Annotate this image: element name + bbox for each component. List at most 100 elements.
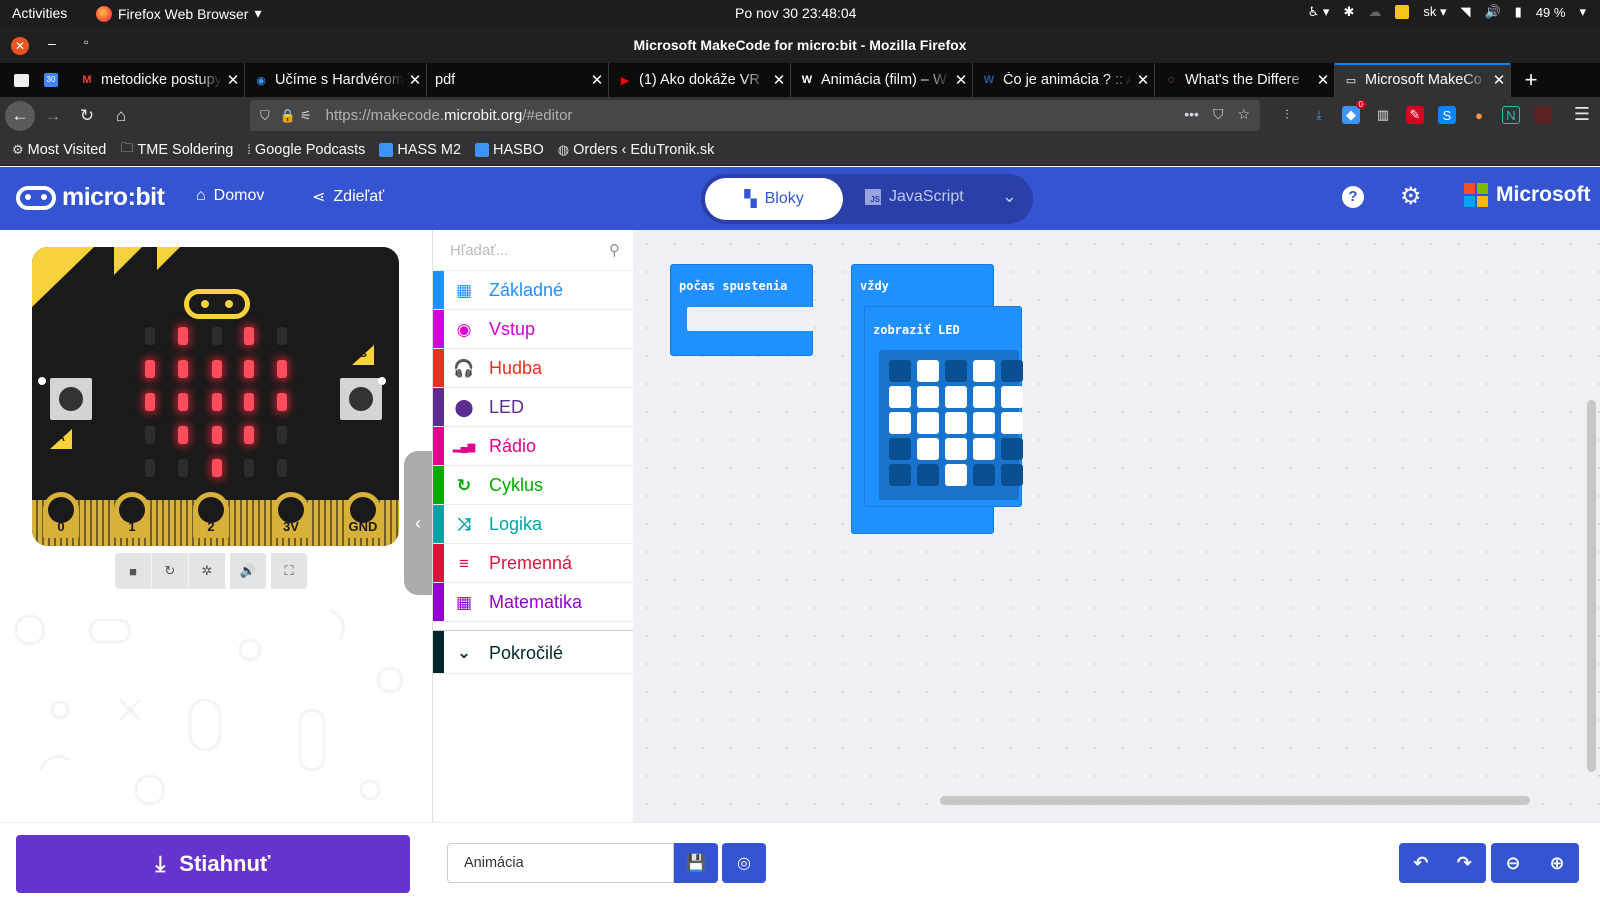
button-b[interactable] <box>340 378 382 420</box>
share-button[interactable]: ⋖ Zdieľať <box>312 187 384 207</box>
extension-icon[interactable]: N <box>1502 106 1520 124</box>
tab[interactable]: ▭ Microsoft MakeCo ✕ <box>1335 63 1511 97</box>
led-toggle-cell[interactable] <box>1001 360 1023 382</box>
stop-button[interactable]: ■ <box>115 553 152 589</box>
chevron-down-icon[interactable]: ⌄ <box>1002 186 1017 207</box>
bookmark-item[interactable]: ⁞ Google Podcasts <box>247 142 365 158</box>
extension-icon[interactable]: S <box>1438 106 1456 124</box>
on-start-block[interactable]: počas spustenia <box>670 264 814 356</box>
permissions-icon[interactable]: ⚟ <box>300 108 312 124</box>
system-tray[interactable]: ♿ ▾ ✱ ☁ sk ▾ ◥ 🔊 ▮ 49 % ▾ <box>1308 4 1586 20</box>
led-toggle-cell[interactable] <box>889 360 911 382</box>
pinned-tab-calendar[interactable]: 30 <box>39 63 63 97</box>
category-item[interactable]: ⬤ LED <box>433 388 634 427</box>
reload-button[interactable]: ↻ <box>71 100 103 132</box>
extension-icon[interactable]: ✎ <box>1406 106 1424 124</box>
barcode-icon[interactable]: ▥ <box>1374 106 1392 124</box>
led-toggle-cell[interactable] <box>945 386 967 408</box>
horizontal-scrollbar[interactable] <box>940 796 1530 805</box>
led-toggle-cell[interactable] <box>917 438 939 460</box>
category-item[interactable]: 🎧 Hudba <box>433 349 634 388</box>
microbit-board[interactable]: A B 0 1 2 3V GND <box>32 247 399 546</box>
blocks-workspace[interactable]: počas spustenia vždy zobraziť LED <box>633 230 1600 822</box>
fullscreen-button[interactable]: ⛶ <box>271 553 308 589</box>
led-toggle-cell[interactable] <box>917 464 939 486</box>
led-toggle-cell[interactable] <box>1001 386 1023 408</box>
led-toggle-cell[interactable] <box>889 386 911 408</box>
led-toggle-cell[interactable] <box>1001 438 1023 460</box>
bookmark-item[interactable]: HASBO <box>475 142 544 158</box>
lock-icon[interactable]: 🔒 <box>280 108 296 124</box>
chevron-down-icon[interactable]: ▾ <box>1579 4 1586 20</box>
home-button[interactable]: ⌂ Domov <box>196 187 264 205</box>
toolbox-search[interactable]: Hľadať... ⚲ <box>433 230 634 271</box>
home-button[interactable]: ⌂ <box>105 100 137 132</box>
download-button[interactable]: ⤓ Stiahnuť <box>16 835 410 893</box>
url-text[interactable]: https://makecode.microbit.org/#editor <box>326 107 573 124</box>
led-toggle-cell[interactable] <box>945 438 967 460</box>
app-menu[interactable]: Firefox Web Browser ▾ <box>96 5 261 22</box>
tab[interactable]: ▶ (1) Ako dokáže VR ✕ <box>609 63 791 97</box>
bookmark-item[interactable]: ⚙ Most Visited <box>12 142 106 158</box>
category-item[interactable]: ≡ Premenná <box>433 544 634 583</box>
close-tab-icon[interactable]: ✕ <box>1132 71 1154 89</box>
github-button[interactable]: ◎ <box>722 843 766 883</box>
keyboard-layout[interactable]: sk ▾ <box>1423 4 1446 20</box>
led-toggle-cell[interactable] <box>945 412 967 434</box>
blocks-tab[interactable]: ▚ Bloky <box>705 178 843 220</box>
close-tab-icon[interactable]: ✕ <box>1312 71 1334 89</box>
page-actions-icon[interactable]: ••• <box>1184 106 1199 123</box>
library-icon[interactable]: ⫶ <box>1278 106 1296 124</box>
led-toggle-cell[interactable] <box>889 464 911 486</box>
led-toggle-cell[interactable] <box>889 438 911 460</box>
wifi-icon[interactable]: ◥ <box>1460 4 1470 20</box>
close-tab-icon[interactable]: ✕ <box>768 71 790 89</box>
category-item[interactable]: ▂▄▆ Rádio <box>433 427 634 466</box>
back-button[interactable]: ← <box>5 100 35 131</box>
led-toggle-cell[interactable] <box>973 386 995 408</box>
slack-icon[interactable]: ✱ <box>1343 4 1354 20</box>
bookmark-item[interactable]: ◍ Orders ‹ EduTronik.sk <box>558 142 715 158</box>
save-button[interactable]: 💾 <box>674 843 718 883</box>
pocket-icon[interactable]: ⛉ <box>1213 106 1224 123</box>
tab[interactable]: ◉ Učíme s Hardvérom ✕ <box>245 63 427 97</box>
led-toggle-cell[interactable] <box>973 464 995 486</box>
bookmark-star-icon[interactable]: ☆ <box>1237 106 1250 123</box>
mute-button[interactable]: 🔊 <box>230 553 267 589</box>
touch-logo[interactable] <box>184 289 250 319</box>
undo-button[interactable]: ↶ <box>1399 843 1443 883</box>
microbit-logo[interactable]: micro:bit <box>16 183 165 212</box>
battery-icon[interactable]: ▮ <box>1515 4 1522 20</box>
search-input[interactable]: Hľadať... <box>450 242 508 259</box>
download-icon[interactable]: ⤓ <box>1310 106 1328 124</box>
close-tab-icon[interactable]: ✕ <box>1488 71 1510 89</box>
tab[interactable]: W Čo je animácia ? :: A ✕ <box>973 63 1155 97</box>
tab[interactable]: W Animácia (film) – W ✕ <box>791 63 973 97</box>
zoom-in-button[interactable]: ⊕ <box>1535 843 1579 883</box>
bookmark-item[interactable]: 🗀 TME Soldering <box>120 139 233 161</box>
led-toggle-cell[interactable] <box>917 386 939 408</box>
close-tab-icon[interactable]: ✕ <box>222 71 244 89</box>
volume-icon[interactable]: 🔊 <box>1484 4 1500 20</box>
javascript-tab[interactable]: JS JavaScript <box>865 188 964 206</box>
close-tab-icon[interactable]: ✕ <box>950 71 972 89</box>
vertical-scrollbar[interactable] <box>1587 400 1596 772</box>
gear-icon[interactable]: ⚙ <box>1400 182 1422 211</box>
led-toggle-cell[interactable] <box>973 360 995 382</box>
search-icon[interactable]: ⚲ <box>609 241 620 259</box>
led-toggle-cell[interactable] <box>917 360 939 382</box>
tab[interactable]: Mmetodicke postupy ✕ <box>71 63 245 97</box>
shield-icon[interactable]: ⛉ <box>260 108 270 124</box>
microsoft-logo[interactable]: Microsoft <box>1464 183 1591 207</box>
forward-button[interactable]: → <box>37 100 69 132</box>
tray-app-icon[interactable] <box>1395 5 1410 19</box>
extension-icon[interactable] <box>1534 106 1552 124</box>
activities-button[interactable]: Activities <box>12 5 67 21</box>
button-a[interactable] <box>50 378 92 420</box>
extension-icon[interactable]: ◆ 0 <box>1342 100 1366 124</box>
redo-button[interactable]: ↷ <box>1443 843 1487 883</box>
category-item[interactable]: ↻ Cyklus <box>433 466 634 505</box>
cloud-icon[interactable]: ☁ <box>1368 4 1381 20</box>
led-toggle-cell[interactable] <box>889 412 911 434</box>
url-bar[interactable]: ⛉ 🔒 ⚟ https://makecode.microbit.org/#edi… <box>250 100 1260 131</box>
